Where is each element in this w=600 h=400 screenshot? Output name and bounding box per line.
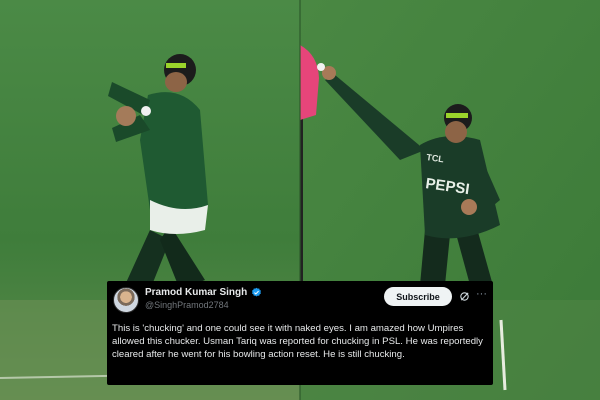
author-handle[interactable]: @SinghPramod2784 <box>145 300 229 310</box>
tweet-text: This is 'chucking' and one could see it … <box>112 323 483 361</box>
tweet-author: Pramod Kumar Singh <box>145 287 262 298</box>
tweet-card: Pramod Kumar Singh @SinghPramod2784 Subs… <box>107 281 493 385</box>
subscribe-button[interactable]: Subscribe <box>384 287 452 306</box>
grok-icon[interactable] <box>459 291 470 302</box>
author-display-name[interactable]: Pramod Kumar Singh <box>145 287 247 298</box>
avatar[interactable] <box>113 287 139 313</box>
more-options-icon[interactable]: ··· <box>476 289 487 300</box>
verified-badge-icon <box>252 287 262 297</box>
